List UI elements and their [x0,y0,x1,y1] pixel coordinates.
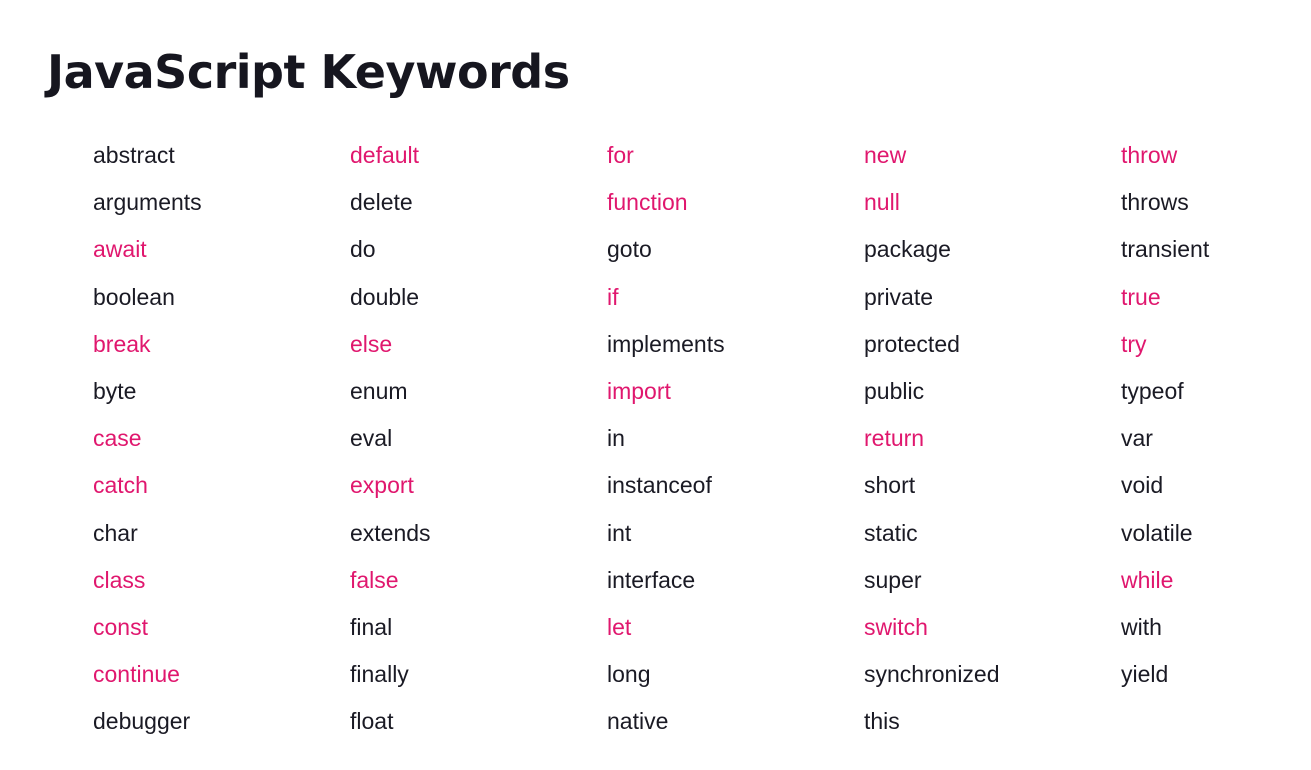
keyword-column-3: for function goto if implements import in insta… [607,132,864,745]
keyword-class: class [93,566,146,593]
keyword-implements: implements [607,330,725,357]
keyword-default: default [350,142,420,168]
keyword-typeof: typeof [1121,377,1184,404]
keyword-long: long [607,661,651,688]
keyword-public: public [864,377,925,404]
keyword-null: null [864,189,900,216]
keyword-void: void [1121,472,1164,499]
keyword-this: this [864,708,900,735]
keyword-catch: catch [93,472,148,499]
keyword-with: with [1121,613,1162,640]
keyword-yield: yield [1121,661,1169,688]
keyword-native: native [607,708,669,735]
keyword-var: var [1121,425,1153,452]
keyword-let: let [607,613,632,640]
keyword-column-4: new null package private protected public retu… [864,132,1121,745]
keyword-false: false [350,566,399,593]
keyword-else: else [350,330,393,357]
keywords-page: JavaScript Keywords abstract arguments awa… [0,0,1311,770]
keyword-byte: byte [93,377,137,404]
keyword-switch: switch [864,613,928,640]
keyword-function: function [607,189,688,216]
keyword-eval: eval [350,425,393,452]
keyword-volatile: volatile [1121,519,1193,546]
keyword-import: import [607,377,671,404]
keyword-int: int [607,519,632,546]
keyword-new: new [864,142,907,168]
keyword-column-2: default delete do double else enum eval export e… [350,132,607,745]
keyword-await: await [93,236,147,263]
keyword-abstract: abstract [93,142,175,168]
keyword-export: export [350,472,414,499]
keyword-true: true [1121,283,1161,310]
keyword-package: package [864,236,951,263]
keyword-super: super [864,566,922,593]
keyword-static: static [864,519,918,546]
keyword-float: float [350,708,394,735]
keyword-enum: enum [350,377,408,404]
keyword-extends: extends [350,519,431,546]
keyword-in: in [607,425,625,452]
page-title: JavaScript Keywords [47,45,570,99]
keyword-private: private [864,283,934,310]
keyword-throws: throws [1121,189,1189,216]
keyword-transient: transient [1121,236,1210,263]
keyword-column-1: abstract arguments await boolean break byte ca… [93,132,350,745]
keyword-goto: goto [607,236,652,263]
keyword-arguments: arguments [93,189,202,216]
keyword-protected: protected [864,330,960,357]
keyword-debugger: debugger [93,708,191,735]
keyword-final: final [350,613,393,640]
keyword-while: while [1121,566,1174,593]
keyword-grid: abstract arguments await boolean break byte ca… [93,132,1311,745]
keyword-for: for [607,142,634,168]
keyword-short: short [864,472,916,499]
keyword-throw: throw [1121,142,1178,168]
keyword-return: return [864,425,925,452]
keyword-do: do [350,236,376,263]
keyword-interface: interface [607,566,696,593]
keyword-const: const [93,613,148,640]
keyword-case: case [93,425,142,452]
keyword-column-5: throw throws transient true try typeof var void… [1121,132,1311,745]
keyword-delete: delete [350,189,413,216]
keyword-boolean: boolean [93,283,175,310]
keyword-try: try [1121,330,1147,357]
keyword-continue: continue [93,661,180,688]
keyword-if: if [607,283,619,310]
keyword-char: char [93,519,138,546]
keyword-finally: finally [350,661,409,688]
keyword-instanceof: instanceof [607,472,712,499]
keyword-double: double [350,283,420,310]
keyword-break: break [93,330,151,357]
keyword-synchronized: synchronized [864,661,1000,688]
